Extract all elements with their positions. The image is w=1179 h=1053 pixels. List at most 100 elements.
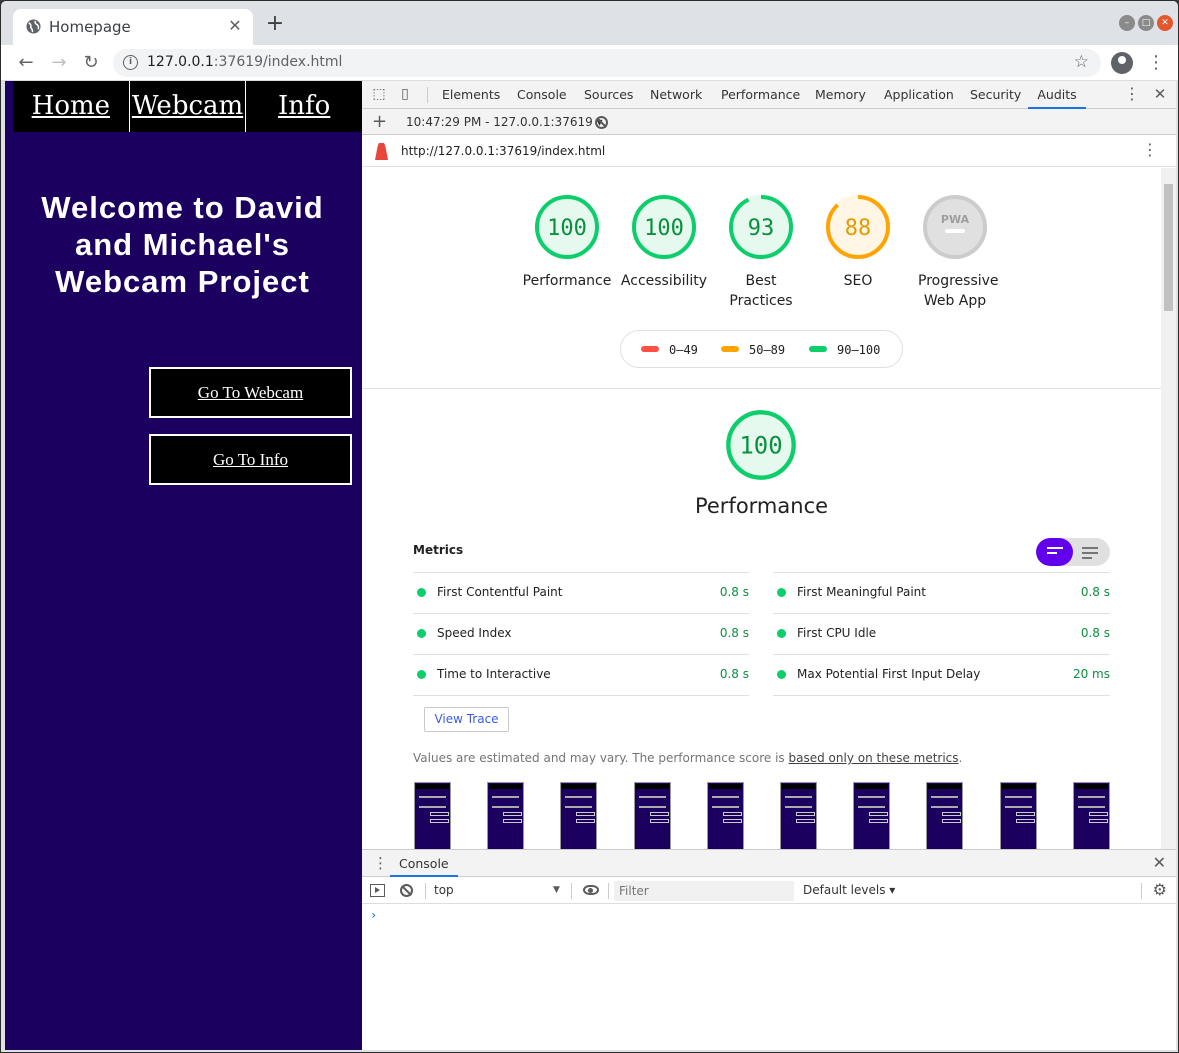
account-icon[interactable]	[1111, 52, 1133, 74]
tab-memory[interactable]: Memory	[815, 81, 866, 109]
scrollbar-thumb[interactable]	[1164, 184, 1173, 311]
toolbar-divider	[571, 883, 572, 899]
info-icon[interactable]: i	[123, 55, 138, 70]
legend-item: 0–49	[641, 343, 698, 357]
back-icon[interactable]: ←	[13, 45, 39, 81]
toolbar-divider	[425, 883, 426, 899]
filmstrip-frame	[706, 782, 744, 849]
compact-view-icon	[1047, 547, 1063, 557]
log-levels-select[interactable]: Default levels ▾	[803, 877, 895, 904]
performance-heading: Performance	[694, 494, 829, 518]
close-window-icon[interactable]: ✕	[1157, 15, 1173, 31]
filmstrip-frame	[853, 782, 891, 849]
tab-title: Homepage	[49, 18, 131, 36]
report-scrollbar[interactable]	[1161, 168, 1176, 849]
drawer-menu-icon[interactable]: ⋮	[373, 854, 388, 872]
performance-gauge-large: 100	[724, 408, 798, 486]
live-expression-eye-icon[interactable]	[583, 885, 599, 895]
toolbar-divider	[1141, 883, 1142, 899]
score-ring: 88	[826, 195, 890, 259]
legend-swatch-green	[809, 346, 827, 352]
go-to-info-button[interactable]: Go To Info	[149, 434, 352, 485]
device-toolbar-icon[interactable]: ▯	[397, 86, 413, 102]
gauge-best-practices[interactable]: 93 Best Practices	[712, 193, 810, 311]
gauge-progressive-web-app[interactable]: PWA Progressive Web App	[906, 193, 1004, 311]
metric-row: Time to Interactive 0.8 s	[413, 654, 749, 695]
metrics-divider	[413, 695, 749, 696]
filmstrip-frame	[1072, 782, 1110, 849]
score-ring: PWA	[923, 195, 987, 259]
gauge-seo[interactable]: 88 SEO	[809, 193, 907, 291]
tab-console[interactable]: Console	[517, 81, 567, 109]
go-to-webcam-button[interactable]: Go To Webcam	[149, 367, 352, 418]
address-bar[interactable]: i 127.0.0.1:37619/index.html ☆	[113, 49, 1101, 77]
forward-icon[interactable]: →	[46, 45, 72, 81]
drawer-close-icon[interactable]: ✕	[1153, 853, 1166, 873]
bookmark-star-icon[interactable]: ☆	[1074, 52, 1089, 72]
pass-dot-icon	[777, 629, 786, 638]
audits-toolbar: + 10:47:29 PM - 127.0.0.1:37619 ▾	[362, 109, 1176, 135]
gear-icon[interactable]: ⚙	[1153, 881, 1167, 899]
devtools-tabbar: ⬚ ▯ Elements Console Sources Network Per…	[362, 81, 1176, 109]
nav-info-link[interactable]: Info	[246, 81, 362, 132]
gauge-accessibility[interactable]: 100 Accessibility	[615, 193, 713, 291]
browser-menu-icon[interactable]: ⋮	[1147, 45, 1165, 81]
report-menu-icon[interactable]: ⋮	[1142, 141, 1158, 159]
context-select[interactable]: top	[434, 877, 564, 904]
browser-tab[interactable]: Homepage ✕	[13, 9, 253, 45]
maximize-window-icon[interactable]: □	[1138, 15, 1154, 31]
sidebar-toggle-icon[interactable]	[370, 884, 385, 897]
pass-dot-icon	[417, 629, 426, 638]
estimate-note: Values are estimated and may vary. The p…	[413, 751, 963, 765]
new-tab-button[interactable]: +	[265, 13, 285, 35]
nav-home-link[interactable]: Home	[13, 81, 130, 132]
filmstrip-frame	[560, 782, 598, 849]
console-prompt[interactable]: ›	[370, 908, 377, 922]
audit-report: 100 Performance 100 Accessibility 93 Best Pra…	[362, 168, 1161, 849]
drawer-tabbar: ⋮ Console ✕	[362, 850, 1176, 877]
devtools-close-icon[interactable]: ✕	[1152, 86, 1168, 102]
metric-row: Speed Index 0.8 s	[413, 613, 749, 654]
web-page: Home Webcam Info Welcome to David and Mi…	[5, 81, 362, 1050]
browser-window: Homepage ✕ + – □ ✕ ← → ↻ i 127.0.0.1:376…	[0, 0, 1179, 1053]
nav-webcam-link[interactable]: Webcam	[130, 81, 247, 132]
tab-sources[interactable]: Sources	[584, 81, 633, 109]
metric-row: First CPU Idle 0.8 s	[773, 613, 1110, 654]
pass-dot-icon	[777, 670, 786, 679]
clear-console-icon[interactable]	[400, 884, 413, 897]
report-url: http://127.0.0.1:37619/index.html	[401, 144, 606, 158]
pwa-badge-text: PWA	[941, 213, 970, 226]
view-trace-button[interactable]: View Trace	[424, 707, 509, 732]
clear-audits-icon[interactable]	[595, 116, 608, 129]
legend-item: 90–100	[809, 343, 880, 357]
metrics-link[interactable]: based only on these metrics	[789, 751, 959, 765]
tab-audits[interactable]: Audits	[1028, 81, 1086, 109]
tab-console-drawer[interactable]: Console	[390, 850, 458, 877]
tab-close-icon[interactable]: ✕	[226, 16, 244, 36]
performance-score-ring: 100	[726, 410, 796, 480]
tab-application[interactable]: Application	[884, 81, 954, 109]
url-text: 127.0.0.1:37619/index.html	[147, 54, 343, 70]
gauge-performance[interactable]: 100 Performance	[518, 193, 616, 291]
devtools-menu-icon[interactable]: ⋮	[1124, 86, 1140, 102]
tab-network[interactable]: Network	[650, 81, 702, 109]
score-legend: 0–49 50–89 90–100	[620, 330, 903, 368]
tab-security[interactable]: Security	[970, 81, 1021, 109]
filmstrip-frame	[999, 782, 1037, 849]
gauge-score: 100	[644, 216, 684, 241]
gauge-label: Best Practices	[729, 273, 793, 309]
tab-performance[interactable]: Performance	[721, 81, 800, 109]
console-filter-input[interactable]	[614, 881, 794, 901]
reload-icon[interactable]: ↻	[78, 45, 104, 81]
legend-swatch-orange	[721, 346, 739, 352]
legend-swatch-red	[641, 346, 659, 352]
toolbar-divider	[608, 883, 609, 899]
audit-run-select[interactable]: 10:47:29 PM - 127.0.0.1:37619 ▾	[406, 109, 603, 135]
metrics-view-toggle[interactable]	[1036, 538, 1110, 566]
minimize-window-icon[interactable]: –	[1119, 15, 1135, 31]
new-audit-icon[interactable]: +	[372, 109, 387, 135]
pass-dot-icon	[417, 670, 426, 679]
inspect-element-icon[interactable]: ⬚	[371, 86, 387, 102]
toolbar-divider	[427, 87, 428, 103]
tab-elements[interactable]: Elements	[442, 81, 500, 109]
